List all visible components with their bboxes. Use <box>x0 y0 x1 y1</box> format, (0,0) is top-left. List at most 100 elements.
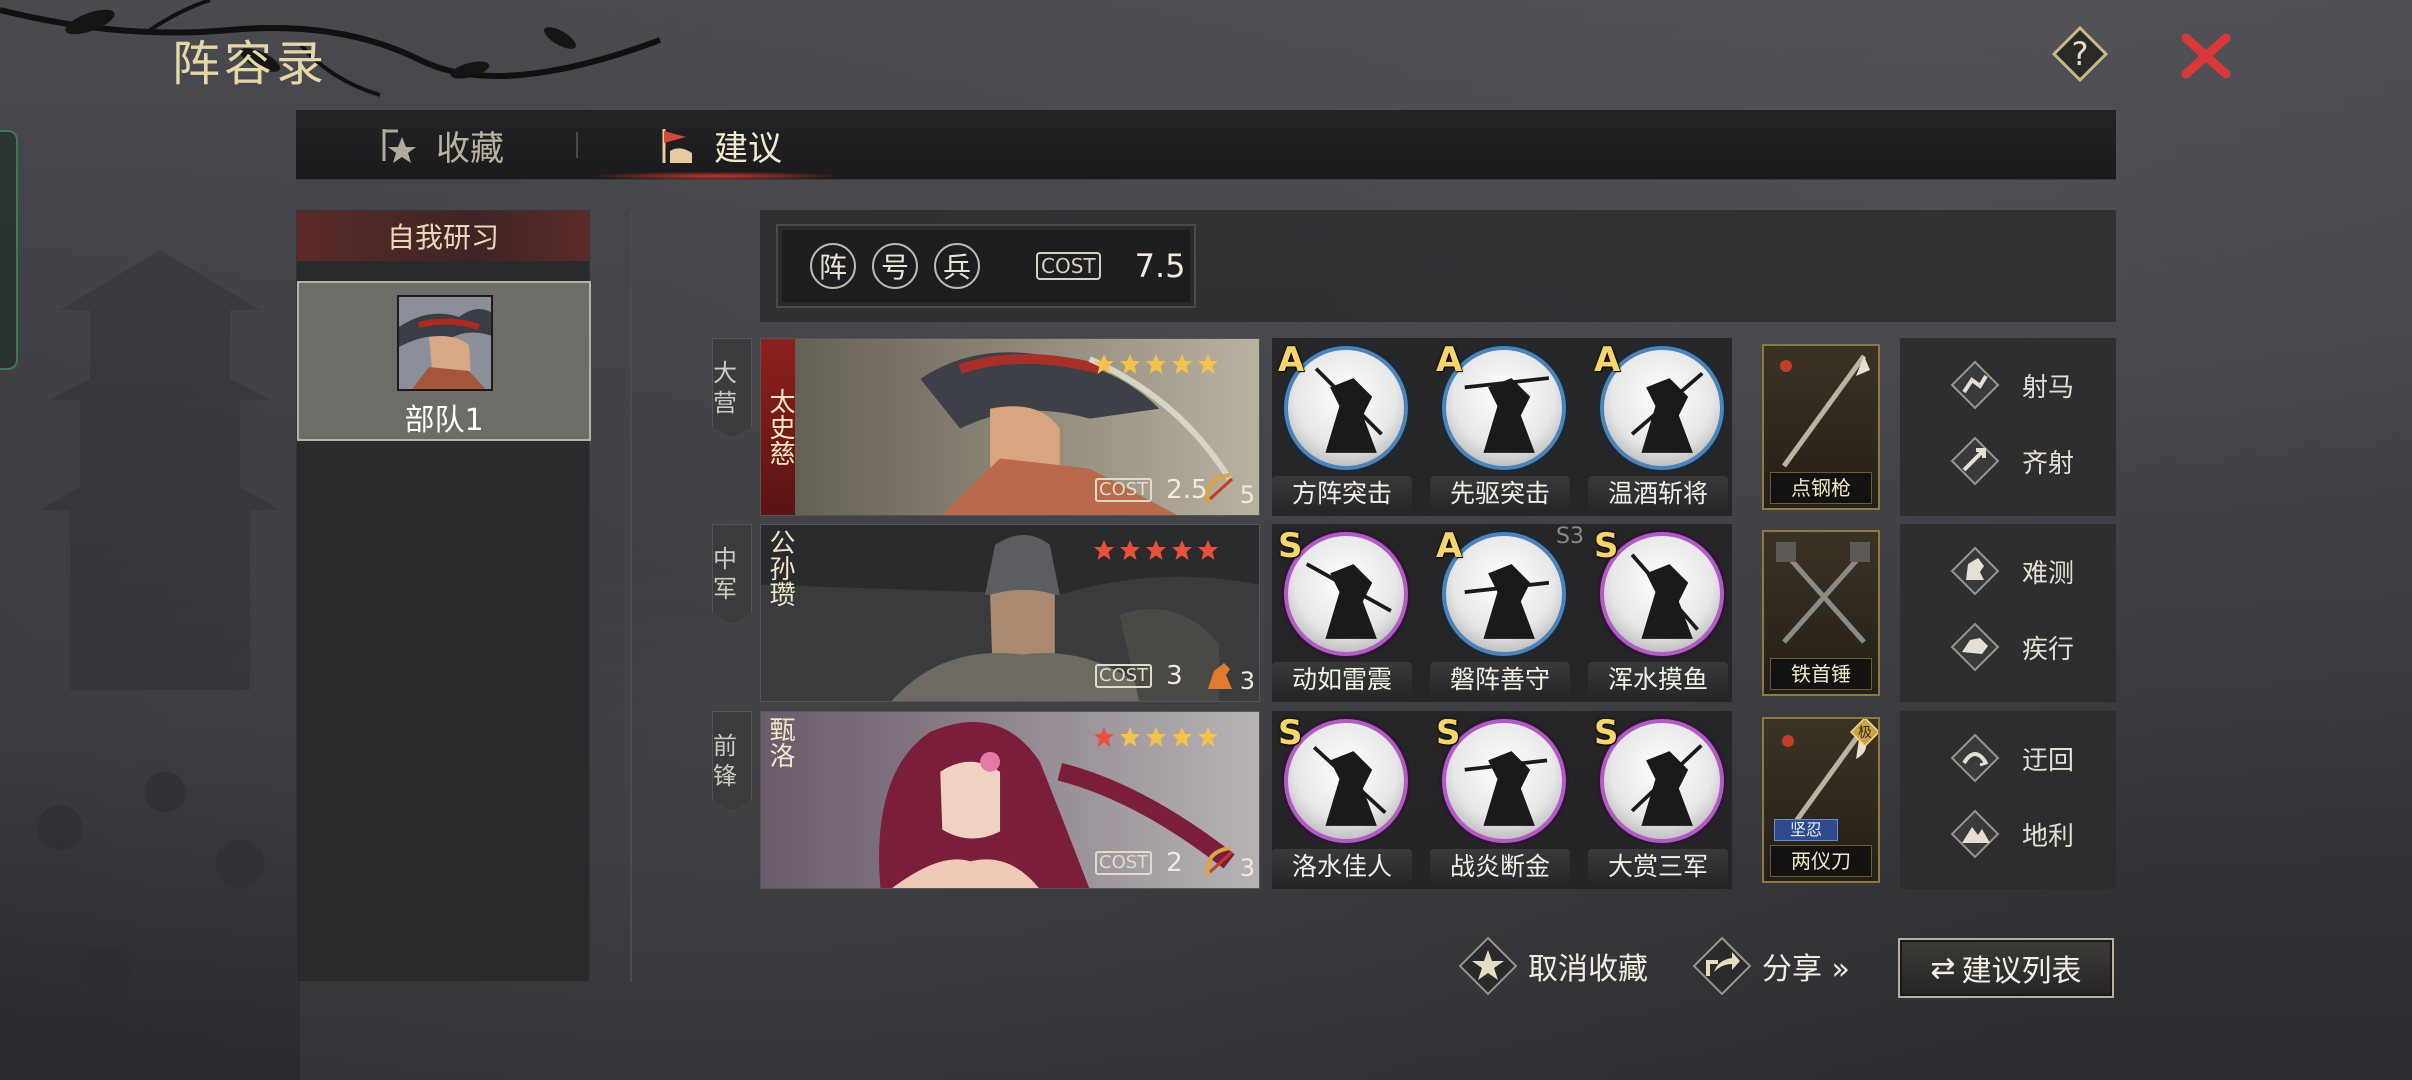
tab-favorites-label: 收藏 <box>436 128 504 169</box>
tactic-icon <box>1950 546 2000 596</box>
troop-label: 部队1 <box>404 403 484 438</box>
horn-badge: 号 <box>872 243 918 289</box>
tactic-icon <box>1950 809 2000 859</box>
position-label: 中军 <box>712 524 752 624</box>
tab-suggestions[interactable]: 建议 <box>656 110 782 180</box>
tactic-icon <box>1950 733 2000 783</box>
skill-slot[interactable]: S 动如雷震 <box>1272 526 1412 698</box>
skill-grade: A <box>1436 340 1463 380</box>
hero-name: 甄洛 <box>765 716 795 768</box>
skill-slot[interactable]: S 洛水佳人 <box>1272 713 1412 885</box>
help-button[interactable]: ? <box>2052 26 2108 82</box>
hero-level: 5 <box>1200 469 1255 509</box>
unfavorite-label: 取消收藏 <box>1528 952 1648 987</box>
star-icon <box>1198 727 1218 747</box>
skill-slot[interactable]: A 温酒斩将 <box>1588 340 1728 512</box>
suggestion-list-label: 建议列表 <box>1961 954 2082 989</box>
skill-grade: A <box>1436 526 1463 566</box>
tab-bar: 收藏 建议 <box>296 110 2116 180</box>
skill-grade: A <box>1278 340 1305 380</box>
hero-card[interactable]: 公孙瓒 COST 3 3 <box>760 524 1260 702</box>
skill-grade: S <box>1278 713 1303 753</box>
tab-favorites[interactable]: 收藏 <box>378 110 504 180</box>
troop-card[interactable]: 部队1 <box>297 281 591 441</box>
tactic-item[interactable]: 难测 <box>1950 546 2074 596</box>
star-icon <box>1172 540 1192 560</box>
tactic-name: 迂回 <box>2022 745 2075 776</box>
skill-slot[interactable]: A 磐阵善守 <box>1430 526 1570 698</box>
skill-slot[interactable]: A 方阵突击 <box>1272 340 1412 512</box>
tactic-item[interactable]: 齐射 <box>1950 436 2074 486</box>
share-button[interactable]: 分享 » <box>1692 936 1850 996</box>
extreme-badge-label: 极 <box>1858 725 1872 741</box>
star-icon <box>1172 727 1192 747</box>
skill-slot[interactable]: S 浑水摸鱼 <box>1588 526 1728 698</box>
swap-icon: ⇄ <box>1930 950 1956 986</box>
share-icon <box>1692 936 1752 996</box>
skill-name: 磐阵善守 <box>1430 662 1570 698</box>
unfavorite-button[interactable]: 取消收藏 <box>1458 936 1648 996</box>
lineup-stats-box: 阵 号 兵 COST 7.5 <box>776 224 1196 308</box>
hero-level-value: 3 <box>1239 854 1255 882</box>
suggestion-list-button[interactable]: ⇄ 建议列表 <box>1898 938 2114 998</box>
star-icon <box>1198 540 1218 560</box>
tactic-name: 齐射 <box>2022 448 2075 479</box>
hero-stars <box>1093 726 1219 748</box>
tactic-item[interactable]: 疾行 <box>1950 622 2074 672</box>
lineup-row-center: 中军 公孙瓒 COST 3 3 S3 S 动如雷震 A 磐阵善守 S 浑水摸鱼 … <box>712 524 2116 702</box>
skill-grade: S <box>1278 526 1303 566</box>
tactics-group: 迂回 地利 <box>1900 711 2116 889</box>
spear-icon <box>1780 354 1870 468</box>
close-icon[interactable] <box>2178 28 2234 84</box>
weapon-name: 点钢枪 <box>1770 472 1872 504</box>
star-icon <box>1120 354 1140 374</box>
cost-label: COST <box>1036 252 1101 280</box>
tactics-group: 射马 齐射 <box>1900 338 2116 516</box>
hero-cost-value: 2 <box>1166 848 1183 878</box>
weapon-slot[interactable]: 坚忍 两仪刀 极 <box>1762 717 1880 883</box>
side-drawer-handle[interactable] <box>0 130 18 370</box>
hero-level-value: 3 <box>1239 667 1255 695</box>
star-icon <box>1146 727 1166 747</box>
tactic-item[interactable]: 射马 <box>1950 360 2074 410</box>
skill-name: 动如雷震 <box>1272 662 1412 698</box>
tab-divider <box>576 132 578 158</box>
skill-name: 战炎断金 <box>1430 849 1570 885</box>
tactic-icon <box>1950 436 2000 486</box>
skills-group: S3 S 动如雷震 A 磐阵善守 S 浑水摸鱼 <box>1272 524 1732 702</box>
total-cost-value: 7.5 <box>1134 247 1186 285</box>
skill-slot[interactable]: S 大赏三军 <box>1588 713 1728 885</box>
star-icon <box>1172 354 1192 374</box>
star-icon <box>1120 540 1140 560</box>
weapon-slot[interactable]: 点钢枪 <box>1762 344 1880 510</box>
hero-cost: COST 2 <box>1095 848 1183 878</box>
weapon-slot[interactable]: 铁首锤 <box>1762 530 1880 696</box>
troop-type-badge: 兵 <box>934 243 980 289</box>
skill-slot[interactable]: S 战炎断金 <box>1430 713 1570 885</box>
horse-icon <box>1207 663 1232 689</box>
skill-grade: S <box>1594 713 1619 753</box>
formation-badge: 阵 <box>810 243 856 289</box>
tab-suggestions-label: 建议 <box>714 128 782 169</box>
hero-level: 3 <box>1200 655 1255 695</box>
tactic-name: 射马 <box>2022 372 2075 403</box>
position-label: 前锋 <box>712 711 752 811</box>
skill-name: 方阵突击 <box>1272 476 1412 512</box>
skill-name: 温酒斩将 <box>1588 476 1728 512</box>
troop-avatar <box>397 295 493 391</box>
skill-slot[interactable]: A 先驱突击 <box>1430 340 1570 512</box>
tactic-item[interactable]: 地利 <box>1950 809 2074 859</box>
position-label: 大营 <box>712 338 752 438</box>
skill-name: 浑水摸鱼 <box>1588 662 1728 698</box>
tactic-item[interactable]: 迂回 <box>1950 733 2074 783</box>
star-icon <box>1146 354 1166 374</box>
tactic-name: 地利 <box>2022 821 2075 852</box>
hero-level-value: 5 <box>1239 481 1255 509</box>
hero-card[interactable]: 甄洛 COST 2 3 <box>760 711 1260 889</box>
star-icon <box>1094 727 1114 747</box>
army-crowd-silhouette <box>0 720 300 1080</box>
lineup-row-vanguard: 前锋 甄洛 COST 2 3 S 洛水佳人 S 战炎断金 S 大赏三军 坚忍 两… <box>712 711 2116 889</box>
star-icon <box>1120 727 1140 747</box>
hero-card[interactable]: 太史慈 COST 2.5 5 <box>760 338 1260 516</box>
hero-stars <box>1093 539 1219 561</box>
